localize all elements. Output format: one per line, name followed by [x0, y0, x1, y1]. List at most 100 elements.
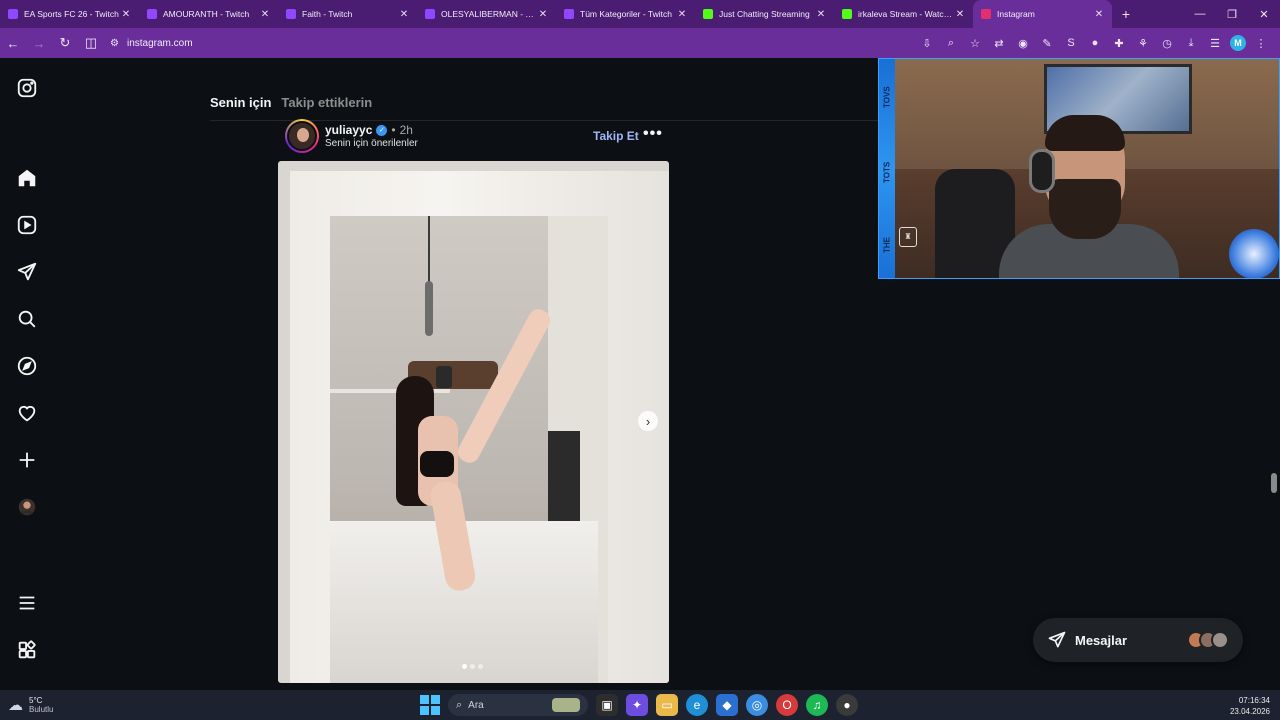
create-icon[interactable] — [15, 448, 39, 472]
profile-icon[interactable] — [15, 495, 39, 519]
install-app-icon[interactable]: ⇩ — [918, 34, 936, 52]
overlay-side-text: TOVS — [882, 86, 892, 108]
tab-for-you[interactable]: Senin için — [210, 95, 271, 110]
clock-time: 07:16:34 — [1238, 696, 1270, 705]
figure-swimwear — [420, 451, 454, 477]
carousel-next-icon[interactable]: › — [638, 411, 658, 431]
performance-icon[interactable]: ⚘ — [1134, 34, 1152, 52]
streamer-hair — [1045, 115, 1125, 151]
browser-tab-bar: EA Sports FC 26 - Twitch ✕ AMOURANTH - Twi… — [0, 0, 1280, 28]
split-view-icon[interactable]: ◫ — [78, 35, 104, 51]
new-tab-button[interactable]: + — [1112, 6, 1140, 22]
post-options-icon[interactable]: ••• — [643, 125, 663, 143]
messages-icon[interactable] — [15, 260, 39, 284]
post-header: yuliayyc ✓ • 2h Senin için önerilenler T… — [285, 119, 670, 155]
browser-tab[interactable]: EA Sports FC 26 - Twitch ✕ — [0, 0, 139, 28]
kick-icon — [842, 9, 852, 19]
post-image[interactable]: › — [278, 161, 669, 683]
puzzle-extensions-icon[interactable]: ✚ — [1110, 34, 1128, 52]
twitch-icon — [564, 9, 574, 19]
browser-tab[interactable]: AMOURANTH - Twitch ✕ — [139, 0, 278, 28]
close-tab-icon[interactable]: ✕ — [955, 9, 965, 20]
browser-toolbar: ← → ↻ ◫ ⚙ instagram.com ⇩ ⌕ ☆ ⇄ ◉ ✎ S ● … — [0, 28, 1280, 58]
url-text[interactable]: instagram.com — [127, 38, 193, 49]
tab-title: EA Sports FC 26 - Twitch — [24, 9, 119, 19]
opera-icon[interactable]: O — [776, 694, 798, 716]
bookmark-star-icon[interactable]: ☆ — [966, 34, 984, 52]
close-window-button[interactable]: ✕ — [1248, 8, 1280, 21]
reading-list-icon[interactable]: ☰ — [1206, 34, 1224, 52]
weather-widget[interactable]: ☁ 5°C Bulutlu — [8, 696, 53, 714]
taskbar-search-placeholder: Ara — [468, 699, 484, 711]
post-time[interactable]: 2h — [400, 123, 413, 137]
tab-following[interactable]: Takip ettiklerin — [281, 95, 372, 110]
stove — [548, 431, 580, 531]
explore-icon[interactable] — [15, 354, 39, 378]
search-icon[interactable] — [15, 307, 39, 331]
reload-icon[interactable]: ↻ — [52, 35, 78, 51]
taskbar-search[interactable]: ⌕ Ara — [448, 694, 588, 716]
close-tab-icon[interactable]: ✕ — [121, 9, 131, 20]
close-tab-icon[interactable]: ✕ — [816, 9, 826, 20]
close-tab-icon[interactable]: ✕ — [399, 9, 409, 20]
stylus-extension-icon[interactable]: S — [1062, 34, 1080, 52]
forward-icon[interactable]: → — [26, 36, 52, 51]
site-info-icon[interactable]: ⚙ — [110, 38, 119, 49]
browser-tab[interactable]: OLESYALIBERMAN - Twitch✕ — [417, 0, 556, 28]
browser-menu-icon[interactable]: ⋮ — [1252, 34, 1270, 52]
home-icon[interactable] — [15, 166, 39, 190]
weather-temp: 5°C — [29, 696, 43, 705]
edge-icon[interactable]: e — [686, 694, 708, 716]
spotify-icon[interactable]: ♫ — [806, 694, 828, 716]
app-icon[interactable]: ● — [836, 694, 858, 716]
page-scrollbar[interactable] — [1271, 473, 1277, 493]
feed-tabs: Senin için Takip ettiklerin — [210, 95, 372, 110]
follow-button[interactable]: Takip Et — [593, 129, 639, 143]
instagram-sidebar — [0, 58, 54, 690]
more-apps-icon[interactable] — [15, 638, 39, 662]
task-view-icon[interactable]: ▣ — [596, 694, 618, 716]
restore-button[interactable]: ❐ — [1216, 8, 1248, 21]
translate-extension-icon[interactable]: ⇄ — [990, 34, 1008, 52]
copilot-icon[interactable]: ✦ — [626, 694, 648, 716]
post-username[interactable]: yuliayyc — [325, 123, 372, 137]
chrome-icon[interactable]: ◎ — [746, 694, 768, 716]
profile-avatar-icon[interactable]: M — [1230, 35, 1246, 51]
tab-strip: EA Sports FC 26 - Twitch ✕ AMOURANTH - Twi… — [0, 0, 1112, 28]
messages-button[interactable]: Mesajlar — [1033, 618, 1243, 662]
camera-extension-icon[interactable]: ◉ — [1014, 34, 1032, 52]
pen-extension-icon[interactable]: ✎ — [1038, 34, 1056, 52]
back-icon[interactable]: ← — [0, 36, 26, 51]
close-tab-icon[interactable]: ✕ — [538, 9, 548, 20]
reels-icon[interactable] — [15, 213, 39, 237]
menu-icon[interactable] — [15, 591, 39, 615]
history-icon[interactable]: ◷ — [1158, 34, 1176, 52]
carousel-dots — [462, 664, 483, 669]
taskbar-clock[interactable]: 07:16:34 23.04.2026 — [1230, 695, 1270, 717]
separator-dot: • — [391, 123, 396, 137]
browser-tab[interactable]: Just Chatting Streaming ✕ — [695, 0, 834, 28]
minimize-button[interactable]: — — [1184, 8, 1216, 21]
address-bar[interactable]: ⚙ instagram.com — [110, 38, 193, 49]
figure-phone — [436, 366, 452, 388]
cookie-extension-icon[interactable]: ● — [1086, 34, 1104, 52]
downloads-icon[interactable]: ⤓ — [1182, 34, 1200, 52]
browser-tab[interactable]: Faith - Twitch ✕ — [278, 0, 417, 28]
twitch-icon — [286, 9, 296, 19]
windows-start-icon[interactable] — [420, 695, 440, 715]
close-tab-icon[interactable]: ✕ — [677, 9, 687, 20]
heart-icon[interactable] — [15, 401, 39, 425]
zoom-icon[interactable]: ⌕ — [942, 34, 960, 52]
close-tab-icon[interactable]: ✕ — [260, 9, 270, 20]
extensions-area: ⇩ ⌕ ☆ ⇄ ◉ ✎ S ● ✚ ⚘ ◷ ⤓ ☰ M ⋮ — [918, 34, 1280, 52]
browser-tab[interactable]: Tüm Kategoriler - Twitch ✕ — [556, 0, 695, 28]
instagram-logo-icon[interactable] — [15, 76, 39, 100]
browser-tab[interactable]: Instagram ✕ — [973, 0, 1112, 28]
store-icon[interactable]: ◆ — [716, 694, 738, 716]
file-explorer-icon[interactable]: ▭ — [656, 694, 678, 716]
close-tab-icon[interactable]: ✕ — [1094, 9, 1104, 20]
messages-label: Mesajlar — [1075, 632, 1128, 648]
browser-tab[interactable]: irkaleva Stream - Watch L ✕ — [834, 0, 973, 28]
post-author-avatar[interactable] — [285, 119, 319, 153]
cloud-icon: ☁ — [8, 697, 23, 714]
